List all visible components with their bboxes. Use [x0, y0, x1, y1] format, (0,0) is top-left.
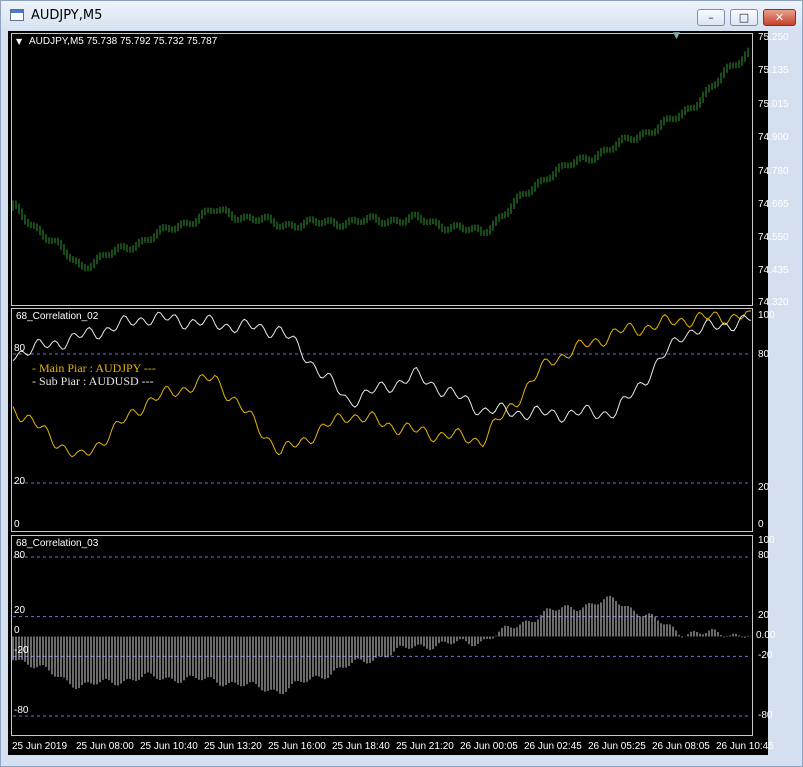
level-label: -80: [14, 705, 29, 716]
level-label: 80: [14, 550, 26, 561]
price-tick: 74.900: [758, 132, 789, 143]
level-tick: -20: [758, 650, 773, 661]
level-tick: -80: [758, 710, 773, 721]
shift-marker-icon[interactable]: ▼: [673, 31, 680, 41]
level-label: 0: [14, 625, 20, 636]
price-tick: 75.135: [758, 65, 789, 76]
level-tick: 20: [758, 610, 770, 621]
time-tick: 26 Jun 08:05: [652, 741, 710, 752]
price-tick: 74.665: [758, 199, 789, 210]
time-tick: 25 Jun 13:20: [204, 741, 262, 752]
level-label: 20: [14, 605, 26, 616]
time-tick: 26 Jun 05:25: [588, 741, 646, 752]
level-label: 20: [14, 476, 26, 487]
indicator-name: 68_Correlation_02: [16, 311, 99, 322]
price-tick: 74.780: [758, 166, 789, 177]
legend-sub-pair: - Sub Piar : AUDUSD ---: [32, 374, 154, 388]
level-label: 0: [14, 519, 20, 530]
time-tick: 26 Jun 02:45: [524, 741, 582, 752]
collapse-arrow-icon[interactable]: ▼: [16, 37, 22, 46]
time-tick: 25 Jun 2019: [12, 741, 68, 752]
level-tick: 0.00: [756, 630, 776, 641]
level-label: -20: [14, 645, 29, 656]
time-tick: 25 Jun 10:40: [140, 741, 198, 752]
level-tick: 20: [758, 482, 770, 493]
level-tick: 100: [758, 310, 775, 321]
indicator-name: 68_Correlation_03: [16, 538, 99, 549]
time-tick: 25 Jun 21:20: [396, 741, 454, 752]
time-tick: 25 Jun 18:40: [332, 741, 390, 752]
price-tick: 75.250: [758, 32, 789, 43]
price-tick: 74.435: [758, 265, 789, 276]
time-tick: 25 Jun 16:00: [268, 741, 326, 752]
time-tick: 26 Jun 00:05: [460, 741, 518, 752]
level-tick: 100: [758, 535, 775, 546]
price-tick: 74.550: [758, 232, 789, 243]
level-label: 80: [14, 343, 26, 354]
price-header: AUDJPY,M5 75.738 75.792 75.732 75.787: [29, 36, 218, 47]
time-tick: 26 Jun 10:45: [716, 741, 774, 752]
time-tick: 25 Jun 08:00: [76, 741, 134, 752]
level-tick: 0: [758, 519, 764, 530]
level-tick: 80: [758, 550, 770, 561]
price-tick: 74.320: [758, 297, 789, 308]
price-tick: 75.015: [758, 99, 789, 110]
level-tick: 80: [758, 349, 770, 360]
